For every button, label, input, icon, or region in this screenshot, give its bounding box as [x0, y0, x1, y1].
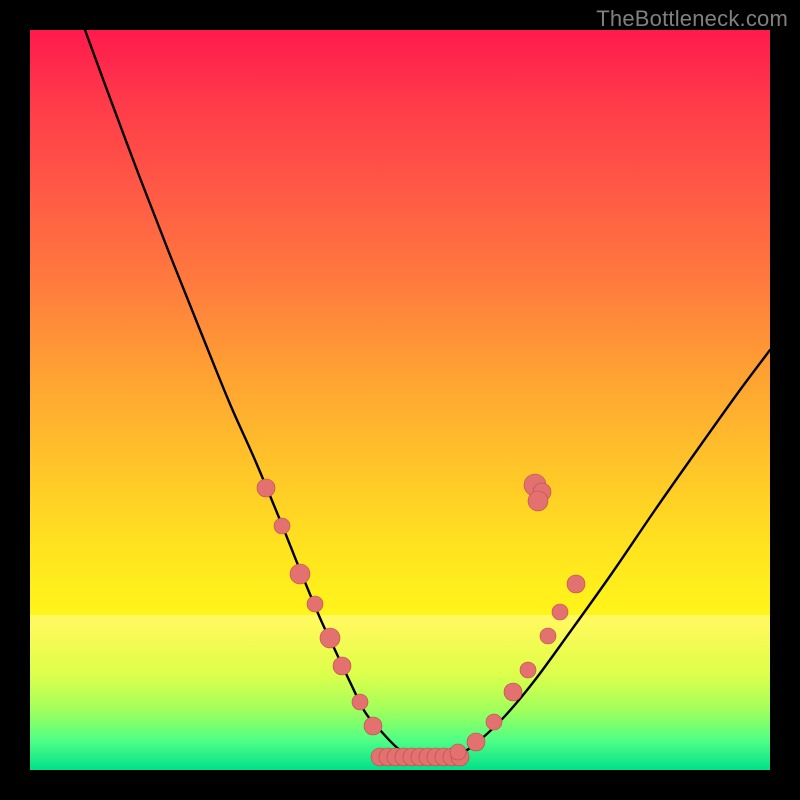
scatter-dot — [528, 491, 548, 511]
scatter-dot — [520, 662, 536, 678]
scatter-dot — [257, 479, 275, 497]
scatter-dot — [567, 575, 585, 593]
plot-area — [30, 30, 770, 770]
scatter-dots — [257, 474, 585, 760]
scatter-dot — [290, 564, 310, 584]
watermark-text: TheBottleneck.com — [596, 6, 788, 32]
scatter-dot — [540, 628, 556, 644]
scatter-dot — [307, 596, 323, 612]
scatter-dot — [486, 714, 502, 730]
chart-frame: TheBottleneck.com — [0, 0, 800, 800]
scatter-dot — [504, 683, 522, 701]
scatter-dot — [333, 657, 351, 675]
curve-svg — [30, 30, 770, 770]
scatter-dot — [552, 604, 568, 620]
scatter-dot — [352, 694, 368, 710]
scatter-dot — [467, 733, 485, 751]
bottleneck-curve — [85, 30, 770, 759]
scatter-dot — [364, 717, 382, 735]
scatter-dot — [320, 628, 340, 648]
scatter-dot — [274, 518, 290, 534]
scatter-dot — [450, 744, 466, 760]
